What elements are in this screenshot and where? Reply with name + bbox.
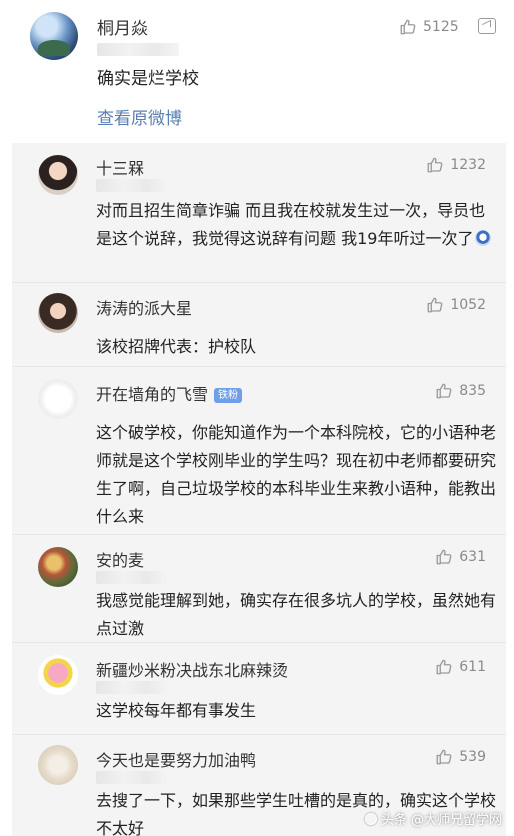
blurred-timestamp xyxy=(96,771,168,784)
reply-item: 涛涛的派大星 1052 该校招牌代表：护校队 xyxy=(12,283,506,367)
like-button[interactable]: 611 xyxy=(435,658,486,676)
username[interactable]: 十三槑 xyxy=(96,155,144,179)
avatar[interactable] xyxy=(30,12,78,60)
blurred-timestamp xyxy=(96,179,168,192)
thumbs-up-icon xyxy=(436,659,452,675)
blurred-timestamp xyxy=(96,571,168,584)
username-text: 开在墙角的飞雪 xyxy=(96,385,209,404)
blurred-timestamp xyxy=(97,43,179,56)
username[interactable]: 今天也是要努力加油鸭 xyxy=(96,747,256,771)
reply-text: 对而且招生简章诈骗 而且我在校就发生过一次，导员也是这个说辞，我觉得这说辞有问题… xyxy=(96,197,496,253)
username[interactable]: 涛涛的派大星 xyxy=(96,295,192,319)
reply-text: 我感觉能理解到她，确实存在很多坑人的学校，虽然她有点过激 xyxy=(96,591,497,638)
avatar[interactable] xyxy=(38,655,78,695)
reply-item: 新疆炒米粉决战东北麻辣烫 611 这学校每年都有事发生 xyxy=(12,643,506,735)
comment-text: 确实是烂学校 xyxy=(97,69,199,89)
like-count: 835 xyxy=(459,383,486,399)
replies-panel: 十三槑 1232 对而且招生简章诈骗 而且我在校就发生过一次，导员也是这个说辞，… xyxy=(12,143,506,836)
like-count: 539 xyxy=(459,749,486,765)
like-count: 611 xyxy=(459,659,486,675)
reply-text-content: 对而且招生简章诈骗 而且我在校就发生过一次，导员也是这个说辞，我觉得这说辞有问题… xyxy=(96,201,486,248)
watermark-text: 头条 @大师兄留学网 xyxy=(380,813,502,828)
view-original-link[interactable]: 查看原微博 xyxy=(97,104,182,129)
like-button[interactable]: 539 xyxy=(435,748,486,766)
reply-item: 安的麦 631 我感觉能理解到她，确实存在很多坑人的学校，虽然她有点过激 xyxy=(12,535,506,643)
toutiao-logo-icon xyxy=(364,812,377,825)
blurred-timestamp xyxy=(96,681,168,694)
reply-item: 十三槑 1232 对而且招生简章诈骗 而且我在校就发生过一次，导员也是这个说辞，… xyxy=(12,143,506,283)
username[interactable]: 安的麦 xyxy=(96,547,144,571)
share-icon[interactable] xyxy=(478,18,496,34)
like-count: 1232 xyxy=(450,157,486,173)
like-button[interactable]: 835 xyxy=(435,382,486,400)
avatar[interactable] xyxy=(38,745,78,785)
thumbs-up-icon xyxy=(436,383,452,399)
reply-text: 该校招牌代表：护校队 xyxy=(96,337,257,356)
like-count: 1052 xyxy=(450,297,486,313)
username[interactable]: 桐月焱 xyxy=(97,14,148,39)
fan-badge: 铁粉 xyxy=(214,388,243,403)
thumbs-up-icon xyxy=(400,19,416,35)
thumbs-up-icon xyxy=(436,549,452,565)
like-button[interactable]: 631 xyxy=(435,548,486,566)
username[interactable]: 新疆炒米粉决战东北麻辣烫 xyxy=(96,657,288,681)
eye-emoji-icon xyxy=(475,230,492,246)
like-count: 631 xyxy=(459,549,486,565)
reply-item: 开在墙角的飞雪 铁粉 835 这个破学校，你能知道作为一个本科院校，它的小语种老师… xyxy=(12,367,506,535)
like-button[interactable]: 5125 xyxy=(399,18,459,36)
thumbs-up-icon xyxy=(427,297,443,313)
avatar[interactable] xyxy=(38,293,78,333)
thumbs-up-icon xyxy=(436,749,452,765)
reply-text: 这学校每年都有事发生 xyxy=(96,701,257,720)
reply-text: 这个破学校，你能知道作为一个本科院校，它的小语种老师就是这个学校刚毕业的学生吗？… xyxy=(96,423,497,526)
like-button[interactable]: 1232 xyxy=(426,156,486,174)
avatar[interactable] xyxy=(38,379,78,419)
avatar[interactable] xyxy=(38,155,78,195)
thumbs-up-icon xyxy=(427,157,443,173)
main-comment: 桐月焱 确实是烂学校 查看原微博 5125 xyxy=(0,0,514,142)
watermark: 头条 @大师兄留学网 xyxy=(364,809,502,828)
username[interactable]: 开在墙角的飞雪 铁粉 xyxy=(96,381,243,405)
avatar[interactable] xyxy=(38,547,78,587)
like-button[interactable]: 1052 xyxy=(426,296,486,314)
like-count: 5125 xyxy=(423,19,459,35)
